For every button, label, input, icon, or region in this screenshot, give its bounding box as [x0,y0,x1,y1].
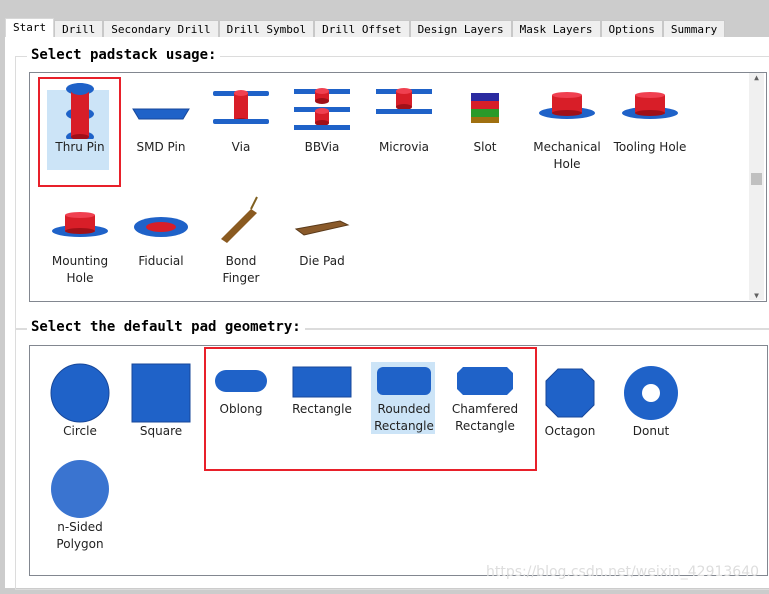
donut-icon [624,366,678,420]
tab-mask-layers[interactable]: Mask Layers [511,20,601,38]
usage-item-bond-finger[interactable]: Bond Finger [201,193,281,287]
bbvia-icon [294,88,350,130]
geometry-item-donut[interactable]: Donut [611,363,691,440]
item-label: BBVia [304,140,340,154]
usage-item-slot[interactable]: Slot [445,79,525,156]
tab-drill-offset[interactable]: Drill Offset [314,20,410,38]
fiducial-icon [134,217,188,237]
geometry-title: Select the default pad geometry: [27,319,305,335]
octagon-icon [545,368,595,418]
slot-icon [471,93,499,123]
item-label: Die Pad [299,254,345,268]
microvia-icon [376,88,432,114]
usage-title: Select padstack usage: [27,47,221,63]
scroll-down-icon[interactable]: ▼ [749,291,764,300]
smd-pin-icon [132,108,190,120]
item-label: Microvia [378,140,430,154]
item-label: Via [231,140,251,154]
tab-summary[interactable]: Summary [662,20,726,38]
usage-item-bbvia[interactable]: BBVia [282,79,362,156]
item-label: Circle [63,424,97,438]
usage-item-die-pad[interactable]: Die Pad [282,193,362,270]
usage-highlight-box [38,77,121,187]
item-label: Bond Finger [222,254,260,285]
square-icon [131,363,191,423]
tab-drill[interactable]: Drill [54,20,104,38]
usage-list: Thru Pin SMD Pin Via BBVia Microvia Slot Mecha… [29,72,767,302]
usage-item-mounting-hole[interactable]: Mounting Hole [40,193,120,287]
usage-scrollbar[interactable]: ▲ ▼ [749,73,764,300]
usage-item-tooling-hole[interactable]: Tooling Hole [610,79,690,156]
tab-start[interactable]: Start [5,18,55,39]
via-icon [213,90,269,124]
polygon-icon [51,460,109,518]
bond-finger-icon [221,196,258,243]
item-label: Square [139,424,183,438]
usage-item-fiducial[interactable]: Fiducial [121,193,201,270]
usage-item-smd-pin[interactable]: SMD Pin [121,79,201,156]
scroll-thumb[interactable] [751,173,762,185]
tooling-hole-icon [622,92,678,119]
mechanical-hole-icon [539,92,595,119]
mounting-hole-icon [52,212,108,237]
item-label: Mechanical Hole [533,140,601,171]
item-label: Donut [632,424,670,438]
item-label: n-Sided Polygon [56,520,104,551]
watermark: https://blog.csdn.net/weixin_42913640 [486,564,760,580]
circle-icon [50,363,110,423]
usage-item-mechanical-hole[interactable]: Mechanical Hole [527,79,607,173]
item-label: Mounting Hole [51,254,109,285]
tab-options[interactable]: Options [600,20,663,38]
usage-item-microvia[interactable]: Microvia [364,79,444,156]
geometry-item-n-sided-polygon[interactable]: n-Sided Polygon [40,459,120,553]
tab-secondary-drill[interactable]: Secondary Drill [103,20,219,38]
tab-bar: Start Drill Secondary Drill Drill Symbol Dri… [5,18,726,39]
geometry-item-square[interactable]: Square [121,363,201,440]
scroll-up-icon[interactable]: ▲ [749,73,764,82]
die-pad-icon [294,220,350,236]
item-label: Fiducial [138,254,184,268]
item-label: Octagon [544,424,596,438]
tab-drill-symbol[interactable]: Drill Symbol [218,20,315,38]
item-label: Slot [473,140,497,154]
item-label: Tooling Hole [613,140,687,154]
geometry-item-circle[interactable]: Circle [40,363,120,440]
geometry-item-octagon[interactable]: Octagon [530,363,610,440]
item-label: SMD Pin [136,140,186,154]
geometry-highlight-box [204,347,537,471]
tab-design-layers[interactable]: Design Layers [409,20,512,38]
usage-item-via[interactable]: Via [201,79,281,156]
